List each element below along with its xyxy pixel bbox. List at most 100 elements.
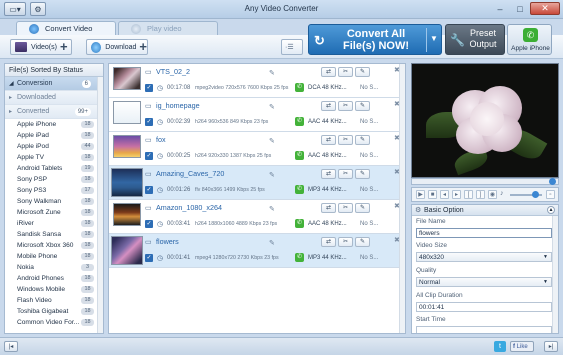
file-name[interactable]: Amazon_1080_x264 (156, 203, 222, 212)
profile-item[interactable]: Apple iPad 18 (5, 130, 103, 141)
sidebar-scrollbar[interactable] (97, 77, 103, 333)
list-view-button[interactable]: ·☰ (281, 39, 303, 55)
output-profile-icon[interactable]: ✆ (295, 117, 304, 126)
play-icon[interactable]: ▶ (416, 190, 425, 199)
preset-output-button[interactable]: 🔧 Preset Output (445, 24, 505, 55)
swap-icon[interactable]: ⇄ (321, 203, 336, 213)
profile-item[interactable]: Sandisk Sansa 18 (5, 229, 103, 240)
effects-icon[interactable]: ✎ (355, 169, 370, 179)
video-thumbnail[interactable] (113, 101, 141, 124)
cut-icon[interactable]: ✂ (338, 203, 353, 213)
profile-item[interactable]: Microsoft Zune 18 (5, 207, 103, 218)
timeline-handle[interactable] (549, 178, 556, 185)
profile-apple-iphone-button[interactable]: ✆ Apple iPhone (507, 24, 552, 55)
profile-item[interactable]: Microsoft Xbox 360 18 (5, 240, 103, 251)
profile-item[interactable]: Sony PS3 17 (5, 185, 103, 196)
minimize-button[interactable]: – (490, 2, 510, 15)
audio-track-select[interactable]: AAC 48 KHz... (308, 221, 347, 227)
mark-in-icon[interactable]: [ (464, 190, 473, 199)
next-frame-icon[interactable]: ▸ (452, 190, 461, 199)
cut-icon[interactable]: ✂ (338, 67, 353, 77)
cut-icon[interactable]: ✂ (338, 101, 353, 111)
tab-convert-video[interactable]: Convert Video (16, 21, 116, 35)
file-row[interactable]: ▭ ig_homepage ✎ ✓ ◷ 00:02:39 h264 960x536 849 … (109, 98, 405, 132)
video-thumbnail[interactable] (111, 168, 143, 197)
file-checkbox[interactable]: ✓ (145, 254, 153, 262)
convert-all-button[interactable]: ↻ Convert All File(s) NOW! ▼ (308, 24, 442, 55)
profile-item[interactable]: Apple iPhone 18 (5, 119, 103, 130)
video-preview[interactable] (411, 63, 559, 178)
file-row[interactable]: ▭ fox ✎ ✓ ◷ 00:00:25 h264 920x330 1387 Kbps 25… (109, 132, 405, 166)
file-row[interactable]: ▭ Amazon_1080_x264 ✎ ✓ ◷ 00:03:41 h264 1880x10… (109, 200, 405, 234)
swap-icon[interactable]: ⇄ (321, 237, 336, 247)
video-thumbnail[interactable] (113, 135, 141, 158)
effects-icon[interactable]: ✎ (355, 203, 370, 213)
all-clip-duration-field[interactable]: 00:01:41 (416, 302, 552, 312)
start-time-field[interactable] (416, 326, 552, 333)
cut-icon[interactable]: ✂ (338, 135, 353, 145)
fullscreen-icon[interactable]: ▫ (546, 190, 555, 199)
effects-icon[interactable]: ✎ (355, 67, 370, 77)
file-name[interactable]: Amazing_Caves_720 (156, 169, 224, 178)
profile-item[interactable]: Toshiba Gigabeat 18 (5, 306, 103, 317)
video-size-select[interactable]: 480x320 ▼ (416, 252, 552, 262)
prev-frame-icon[interactable]: ◂ (440, 190, 449, 199)
file-name-input[interactable]: flowers (416, 228, 552, 238)
profile-item[interactable]: Windows Mobile 18 (5, 284, 103, 295)
facebook-like-button[interactable]: f Like (510, 341, 534, 352)
file-row[interactable]: ▭ VTS_02_2 ✎ ✓ ◷ 00:17:08 mpeg2video 720x576 7… (109, 64, 405, 98)
mark-out-icon[interactable]: ] (476, 190, 485, 199)
subtitle-select[interactable]: No S... (360, 221, 378, 227)
file-name[interactable]: flowers (156, 237, 179, 246)
output-profile-icon[interactable]: ✆ (295, 219, 304, 228)
audio-track-select[interactable]: DCA 48 KHz... (308, 85, 347, 91)
options-scrollbar[interactable] (552, 216, 558, 333)
audio-track-select[interactable]: MP3 44 KHz... (308, 187, 347, 193)
download-button[interactable]: Download + (86, 39, 148, 55)
file-checkbox[interactable]: ✓ (145, 152, 153, 160)
subtitle-select[interactable]: No S... (360, 119, 378, 125)
rename-pencil-icon[interactable]: ✎ (269, 239, 275, 247)
audio-track-select[interactable]: AAC 48 KHz... (308, 153, 347, 159)
rename-pencil-icon[interactable]: ✎ (269, 103, 275, 111)
video-thumbnail[interactable] (113, 67, 141, 90)
quality-select[interactable]: Normal ▼ (416, 277, 552, 287)
profile-item[interactable]: Android Tablets 19 (5, 163, 103, 174)
snapshot-icon[interactable]: ◉ (488, 190, 497, 199)
profile-item[interactable]: Apple TV 18 (5, 152, 103, 163)
maximize-button[interactable]: □ (510, 2, 530, 15)
volume-handle[interactable] (532, 191, 539, 198)
video-thumbnail[interactable] (111, 236, 143, 265)
status-group[interactable]: ▸Converted99+› (5, 105, 103, 119)
file-checkbox[interactable]: ✓ (145, 186, 153, 194)
audio-track-select[interactable]: MP3 44 KHz... (308, 255, 347, 261)
audio-track-select[interactable]: AAC 44 KHz... (308, 119, 347, 125)
file-list-scrollbar[interactable] (399, 64, 405, 333)
file-name[interactable]: VTS_02_2 (156, 67, 190, 76)
close-button[interactable]: ✕ (530, 2, 560, 15)
playback-timeline[interactable] (411, 178, 559, 185)
file-checkbox[interactable]: ✓ (145, 118, 153, 126)
tab-play-video[interactable]: Play video (118, 21, 218, 35)
profile-item[interactable]: Sony Walkman 18 (5, 196, 103, 207)
profile-item[interactable]: Mobile Phone 18 (5, 251, 103, 262)
toggle-sidebar-icon[interactable]: |◂ (4, 341, 18, 352)
subtitle-select[interactable]: No S... (360, 255, 378, 261)
effects-icon[interactable]: ✎ (355, 101, 370, 111)
file-row[interactable]: ▭ Amazing_Caves_720 ✎ ✓ ◷ 00:01:26 flv 840x366… (109, 166, 405, 200)
rename-pencil-icon[interactable]: ✎ (269, 171, 275, 179)
cut-icon[interactable]: ✂ (338, 237, 353, 247)
rename-pencil-icon[interactable]: ✎ (269, 205, 275, 213)
collapse-toggle-icon[interactable]: ▴ (547, 206, 555, 214)
dropdown-arrow-icon[interactable]: ▼ (430, 34, 438, 43)
profile-item[interactable]: Android Phones 18 (5, 273, 103, 284)
profile-item[interactable]: Sony PSP 18 (5, 174, 103, 185)
output-profile-icon[interactable]: ✆ (295, 83, 304, 92)
cut-icon[interactable]: ✂ (338, 169, 353, 179)
stop-icon[interactable]: ■ (428, 190, 437, 199)
status-group[interactable]: ▸Downloaded› (5, 91, 103, 105)
status-group[interactable]: ◢Conversion6› (5, 77, 103, 91)
basic-option-header[interactable]: ⚙ Basic Option ▴ (412, 205, 558, 216)
add-videos-button[interactable]: Video(s) + (10, 39, 72, 55)
file-name[interactable]: ig_homepage (156, 101, 200, 110)
